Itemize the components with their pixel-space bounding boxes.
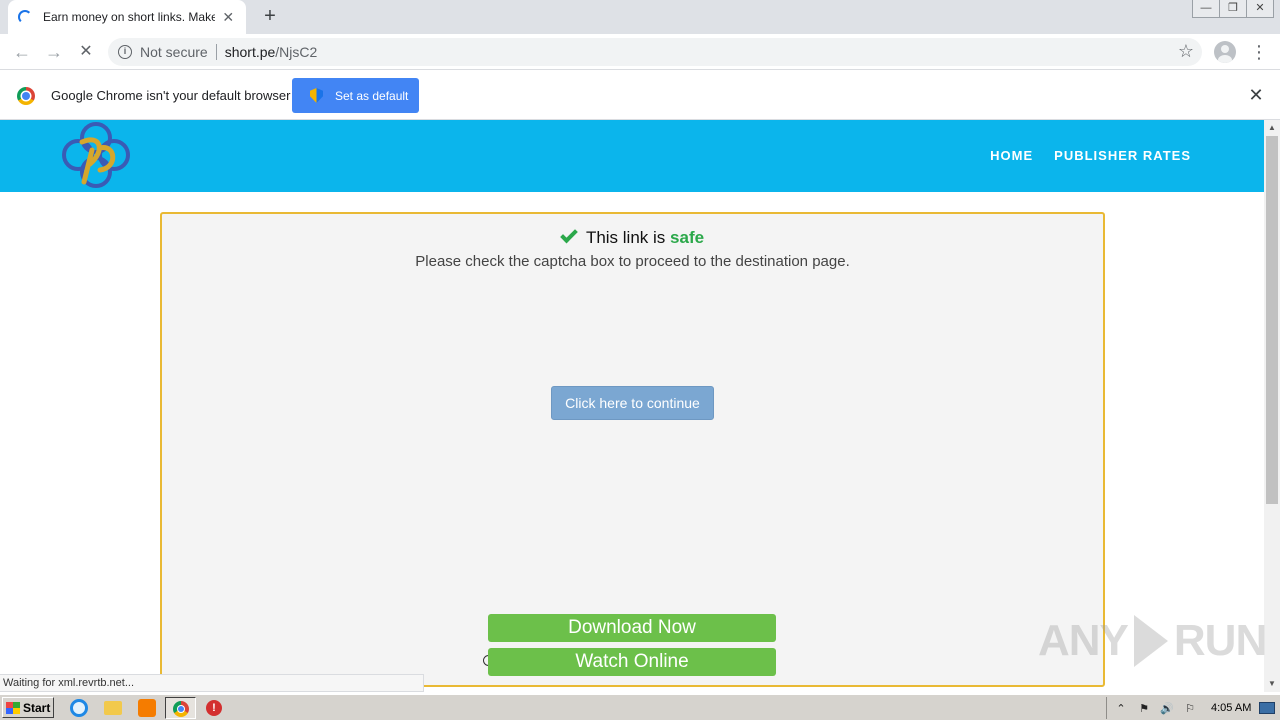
show-desktop-icon[interactable] <box>1259 702 1276 714</box>
media-player-icon[interactable] <box>138 699 156 717</box>
watermark-right-text: RUN <box>1173 616 1267 665</box>
check-icon <box>560 225 578 244</box>
folder-icon[interactable] <box>104 701 122 715</box>
stop-loading-button[interactable]: ✕ <box>74 40 98 64</box>
windows-logo-icon <box>6 701 20 714</box>
watch-online-button[interactable]: Watch Online <box>488 648 776 676</box>
network-icon[interactable]: ⚑ <box>1136 702 1152 715</box>
page-scrollbar[interactable]: ▲ ▼ <box>1264 120 1280 692</box>
set-as-default-button[interactable]: Set as default <box>292 78 419 113</box>
omnibox-separator <box>215 44 217 60</box>
download-now-button[interactable]: Download Now <box>488 614 776 642</box>
scroll-thumb[interactable] <box>1266 136 1278 504</box>
security-label[interactable]: Not secure <box>140 44 208 60</box>
address-bar[interactable]: i Not secure short.pe/NjsC2 ☆ <box>108 38 1202 66</box>
default-browser-infobar: Google Chrome isn't your default browser… <box>0 71 1280 120</box>
new-tab-button[interactable]: + <box>258 4 282 28</box>
captcha-instruction: Please check the captcha box to proceed … <box>415 253 850 270</box>
status-bubble: Waiting for xml.revrtb.net... <box>0 674 424 692</box>
close-window-button[interactable]: ✕ <box>1246 0 1274 18</box>
window-controls: — ❐ ✕ <box>1192 0 1274 18</box>
nav-publisher-rates-link[interactable]: PUBLISHER RATES <box>1054 148 1191 163</box>
browser-tab[interactable]: Earn money on short links. Make short li… <box>8 0 246 34</box>
opera-icon[interactable] <box>206 700 222 716</box>
minimize-button[interactable]: — <box>1192 0 1220 18</box>
anyrun-watermark: ANY RUN <box>1038 608 1267 674</box>
tab-close-icon[interactable]: ✕ <box>221 9 236 26</box>
windows-taskbar: Start ⌃ ⚑ 🔊 ⚐ 4:05 AM <box>0 694 1280 720</box>
restore-button[interactable]: ❐ <box>1219 0 1247 18</box>
link-safety-card: This link is safe Please check the captc… <box>160 212 1105 687</box>
loading-spinner-icon <box>18 10 32 24</box>
volume-icon[interactable]: 🔊 <box>1159 702 1175 715</box>
system-tray: ⌃ ⚑ 🔊 ⚐ 4:05 AM <box>1106 697 1280 719</box>
bookmark-star-icon[interactable]: ☆ <box>1178 41 1194 62</box>
safety-heading: This link is safe <box>162 225 1103 248</box>
browser-menu-icon[interactable]: ⋮ <box>1250 40 1268 64</box>
site-nav: HOME PUBLISHER RATES <box>969 148 1191 163</box>
ie-icon[interactable] <box>70 699 88 717</box>
uac-shield-icon <box>310 88 323 103</box>
page-viewport: HOME PUBLISHER RATES This link is safe P… <box>0 120 1264 692</box>
action-center-flag-icon[interactable]: ⚐ <box>1182 702 1198 715</box>
chrome-logo-icon <box>17 87 35 105</box>
safety-status-word: safe <box>670 228 705 247</box>
tab-title: Earn money on short links. Make short li… <box>43 10 215 24</box>
set-as-default-label: Set as default <box>335 88 409 103</box>
nav-home-link[interactable]: HOME <box>990 148 1033 163</box>
show-hidden-icons-icon[interactable]: ⌃ <box>1113 702 1129 715</box>
site-logo-icon[interactable] <box>60 120 132 190</box>
scroll-down-icon[interactable]: ▼ <box>1264 676 1280 692</box>
chrome-icon <box>173 701 189 717</box>
continue-button[interactable]: Click here to continue <box>551 386 714 420</box>
url-path[interactable]: /NjsC2 <box>275 44 317 60</box>
back-button[interactable]: ← <box>10 40 34 64</box>
infobar-close-icon[interactable]: ✕ <box>1246 85 1266 106</box>
start-label: Start <box>23 700 51 715</box>
browser-toolbar: ← → ✕ i Not secure short.pe/NjsC2 ☆ ⋮ <box>0 34 1280 70</box>
forward-button[interactable]: → <box>42 40 66 64</box>
infobar-message: Google Chrome isn't your default browser <box>51 88 291 103</box>
scroll-up-icon[interactable]: ▲ <box>1264 120 1280 136</box>
start-button[interactable]: Start <box>2 697 54 718</box>
taskbar-clock[interactable]: 4:05 AM <box>1211 702 1251 714</box>
url-host[interactable]: short.pe <box>225 44 276 60</box>
safety-prefix: This link is <box>585 228 666 247</box>
watermark-play-icon <box>1133 615 1168 667</box>
site-header: HOME PUBLISHER RATES <box>0 120 1264 192</box>
info-icon[interactable]: i <box>118 45 132 59</box>
profile-avatar-icon[interactable] <box>1214 41 1236 63</box>
tab-strip: Earn money on short links. Make short li… <box>0 0 1280 34</box>
watermark-left-text: ANY <box>1038 616 1129 665</box>
chrome-taskbar-button[interactable] <box>165 697 196 719</box>
